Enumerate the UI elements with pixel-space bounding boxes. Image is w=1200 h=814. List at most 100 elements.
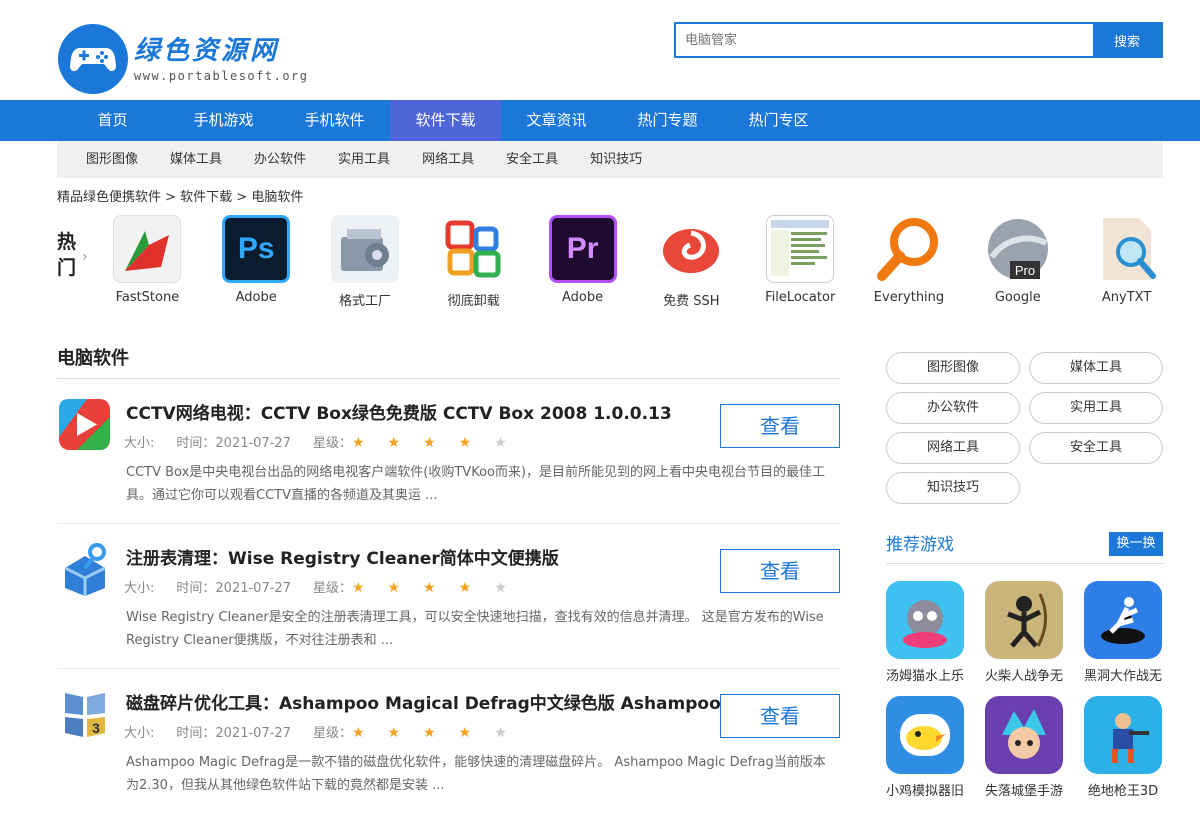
article-meta: 大小: 时间：2021-07-27 星级：★ ★ ★ ★ ★ — [124, 722, 552, 741]
subnav-item[interactable]: 安全工具 — [506, 141, 558, 178]
nav-item-mobile-software[interactable]: 手机软件 — [279, 100, 390, 141]
nav-item-hot-zone[interactable]: 热门专区 — [723, 100, 834, 141]
star-filled-icon: ★ — [458, 725, 473, 741]
rating-label: 星级： — [312, 436, 352, 451]
article-description: CCTV Box是中央电视台出品的网络电视客户端软件(收购TVKoo而来)，是目… — [126, 465, 826, 503]
game-item[interactable]: 小鸡模拟器旧 — [886, 696, 964, 799]
view-button[interactable]: 查看 — [720, 549, 840, 593]
category-tag[interactable]: 实用工具 — [1029, 392, 1163, 424]
premiere-icon: Pr — [548, 215, 617, 283]
gun-king-icon — [1084, 696, 1162, 774]
star-filled-icon: ★ — [351, 725, 366, 741]
format-factory-icon — [330, 215, 399, 283]
everything-icon — [875, 215, 943, 283]
svg-text:Pro: Pro — [1015, 263, 1035, 278]
subnav-item[interactable]: 网络工具 — [422, 141, 474, 178]
search-input[interactable] — [676, 24, 1093, 56]
subnav-item[interactable]: 办公软件 — [254, 141, 306, 178]
category-tag[interactable]: 办公软件 — [886, 392, 1020, 424]
logo-title: 绿色资源网 — [134, 36, 280, 66]
breadcrumb[interactable]: 精品绿色便携软件 > 软件下载 > 电脑软件 — [57, 188, 1200, 208]
category-tags: 图形图像 媒体工具 办公软件 实用工具 网络工具 安全工具 知识技巧 — [886, 352, 1163, 512]
header: 绿色资源网 www.portablesoft.org 搜索 — [0, 0, 1200, 100]
hot-item[interactable]: FastStone — [93, 215, 202, 309]
category-tag[interactable]: 图形图像 — [886, 352, 1020, 384]
hot-item[interactable]: AnyTXT — [1072, 215, 1181, 309]
article-description: Ashampoo Magic Defrag是一款不错的磁盘优化软件，能够快速的清… — [126, 755, 826, 793]
logo-url: www.portablesoft.org — [134, 69, 309, 83]
gamepad-icon — [58, 24, 128, 94]
hot-item[interactable]: Pr Adobe — [528, 215, 637, 309]
game-item[interactable]: 火柴人战争无 — [985, 581, 1063, 684]
hot-software-row: 热门 › FastStone Ps Adobe 格式工厂 彻底卸载 Pr Ado… — [0, 215, 1200, 333]
star-filled-icon: ★ — [387, 435, 402, 451]
tom-cat-icon — [886, 581, 964, 659]
swap-button[interactable]: 换一换 — [1109, 532, 1163, 556]
time-label: 时间： — [176, 581, 216, 596]
subnav-item[interactable]: 图形图像 — [86, 141, 138, 178]
cctv-box-icon[interactable] — [57, 397, 112, 452]
category-tag[interactable]: 知识技巧 — [886, 472, 1020, 504]
recommended-games-header: 推荐游戏 换一换 — [886, 532, 1163, 564]
sub-nav: 图形图像 媒体工具 办公软件 实用工具 网络工具 安全工具 知识技巧 — [57, 141, 1163, 178]
software-list: 电脑软件 CCTV网络电视：CCTV Box绿色免费版 CCTV Box 200… — [57, 342, 840, 814]
nav-item-software-download[interactable]: 软件下载 — [390, 100, 501, 141]
star-filled-icon: ★ — [423, 435, 437, 451]
section-title: 电脑软件 — [57, 342, 840, 379]
category-tag[interactable]: 安全工具 — [1029, 432, 1163, 464]
article-title[interactable]: CCTV网络电视：CCTV Box绿色免费版 CCTV Box 2008 1.0… — [126, 399, 672, 424]
hot-item[interactable]: 彻底卸载 — [419, 215, 528, 309]
nav-item-mobile-games[interactable]: 手机游戏 — [168, 100, 279, 141]
subnav-item[interactable]: 实用工具 — [338, 141, 390, 178]
hot-item[interactable]: Pro Google — [963, 215, 1072, 309]
nav-item-articles[interactable]: 文章资讯 — [501, 100, 612, 141]
filelocator-icon — [766, 215, 835, 283]
wise-registry-icon[interactable] — [57, 542, 112, 597]
date-value: 2021-07-27 — [215, 726, 291, 741]
svg-text:3: 3 — [92, 720, 100, 736]
subnav-item[interactable]: 知识技巧 — [590, 141, 642, 178]
category-tag[interactable]: 媒体工具 — [1029, 352, 1163, 384]
article-title[interactable]: 磁盘碎片优化工具：Ashampoo Magical Defrag中文绿色版 As… — [126, 689, 721, 714]
black-hole-icon — [1084, 581, 1162, 659]
hot-item[interactable]: FileLocator — [746, 215, 855, 309]
hot-item[interactable]: 格式工厂 — [311, 215, 420, 309]
list-item: 注册表清理：Wise Registry Cleaner简体中文便携版 大小: 时间… — [57, 524, 840, 669]
category-tag[interactable]: 网络工具 — [886, 432, 1020, 464]
article-title[interactable]: 注册表清理：Wise Registry Cleaner简体中文便携版 — [126, 544, 559, 569]
star-empty-icon: ★ — [494, 435, 508, 451]
hot-item[interactable]: Everything — [855, 215, 964, 309]
view-button[interactable]: 查看 — [720, 694, 840, 738]
list-item: 3 磁盘碎片优化工具：Ashampoo Magical Defrag中文绿色版 … — [57, 669, 840, 814]
date-value: 2021-07-27 — [215, 581, 291, 596]
hot-label: 热门 — [57, 231, 77, 279]
game-item[interactable]: 绝地枪王3D — [1084, 696, 1162, 799]
game-item[interactable]: 失落城堡手游 — [985, 696, 1063, 799]
ashampoo-defrag-icon[interactable]: 3 — [57, 687, 112, 742]
game-item[interactable]: 黑洞大作战无 — [1084, 581, 1162, 684]
site-logo[interactable]: 绿色资源网 www.portablesoft.org — [58, 24, 309, 94]
game-item[interactable]: 汤姆猫水上乐 — [886, 581, 964, 684]
subnav-item[interactable]: 媒体工具 — [170, 141, 222, 178]
star-filled-icon: ★ — [458, 435, 473, 451]
star-filled-icon: ★ — [351, 435, 366, 451]
rating-stars: ★ ★ ★ ★ ★ — [352, 435, 530, 451]
article-description: Wise Registry Cleaner是安全的注册表清理工具，可以安全快速地… — [126, 610, 824, 648]
main-nav: 首页 手机游戏 手机软件 软件下载 文章资讯 热门专题 热门专区 — [0, 100, 1200, 141]
hot-item[interactable]: 免费 SSH — [637, 215, 746, 309]
rating-stars: ★ ★ ★ ★ ★ — [352, 580, 530, 596]
article-meta: 大小: 时间：2021-07-27 星级：★ ★ ★ ★ ★ — [124, 432, 552, 451]
sidebar: 图形图像 媒体工具 办公软件 实用工具 网络工具 安全工具 知识技巧 推荐游戏 … — [886, 352, 1163, 811]
chevron-right-icon[interactable]: › — [82, 249, 88, 265]
nav-item-hot-topics[interactable]: 热门专题 — [612, 100, 723, 141]
anytxt-icon — [1093, 215, 1161, 283]
rating-label: 星级： — [312, 726, 352, 741]
hot-item[interactable]: Ps Adobe — [202, 215, 311, 309]
recommended-games: 汤姆猫水上乐 火柴人战争无 黑洞大作战无 小鸡模拟器旧 失落城堡手游 绝地枪王3… — [886, 581, 1163, 811]
search-button[interactable]: 搜索 — [1093, 24, 1161, 56]
view-button[interactable]: 查看 — [720, 404, 840, 448]
size-label: 大小: — [124, 436, 155, 451]
uninstall-icon — [440, 215, 508, 283]
size-label: 大小: — [124, 726, 155, 741]
nav-item-home[interactable]: 首页 — [57, 100, 168, 141]
